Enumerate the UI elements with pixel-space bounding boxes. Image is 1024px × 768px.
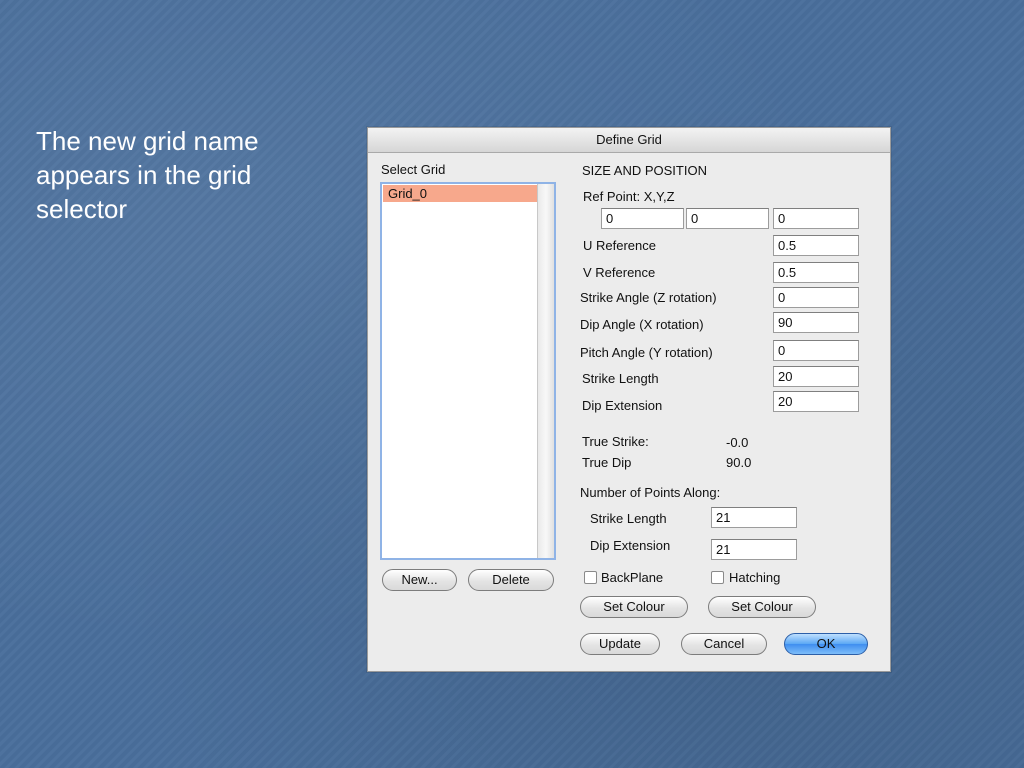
points-strike-length-label: Strike Length — [590, 511, 667, 526]
v-reference-input[interactable]: 0.5 — [773, 262, 859, 283]
set-colour-button-2[interactable]: Set Colour — [708, 596, 816, 618]
update-button[interactable]: Update — [580, 633, 660, 655]
points-along-heading: Number of Points Along: — [580, 485, 721, 500]
true-dip-label: True Dip — [582, 455, 632, 470]
points-dip-extension-label: Dip Extension — [590, 538, 671, 553]
pitch-angle-label: Pitch Angle (Y rotation) — [580, 345, 713, 360]
ref-point-label: Ref Point: X,Y,Z — [583, 189, 675, 204]
cancel-button[interactable]: Cancel — [681, 633, 767, 655]
delete-grid-button[interactable]: Delete — [468, 569, 554, 591]
strike-length-input[interactable]: 20 — [773, 366, 859, 387]
ok-button[interactable]: OK — [784, 633, 868, 655]
dip-angle-input[interactable]: 90 — [773, 312, 859, 333]
dialog-title: Define Grid — [368, 128, 890, 153]
true-strike-value: -0.0 — [726, 435, 749, 450]
list-item[interactable]: Grid_0 — [383, 185, 537, 202]
grid-selector-list[interactable]: Grid_0 — [380, 182, 556, 560]
dip-angle-label: Dip Angle (X rotation) — [580, 317, 704, 332]
v-reference-label: V Reference — [583, 265, 656, 280]
list-scrollbar[interactable] — [537, 184, 554, 558]
strike-angle-label: Strike Angle (Z rotation) — [580, 290, 717, 305]
hatching-label: Hatching — [729, 570, 781, 585]
points-dip-extension-input[interactable]: 21 — [711, 539, 797, 560]
dip-extension-input[interactable]: 20 — [773, 391, 859, 412]
set-colour-button-1[interactable]: Set Colour — [580, 596, 688, 618]
ref-y-input[interactable]: 0 — [686, 208, 769, 229]
true-dip-value: 90.0 — [726, 455, 752, 470]
hatching-checkbox[interactable] — [711, 571, 724, 584]
define-grid-dialog: Define Grid Select Grid Grid_0 New... De… — [367, 127, 891, 672]
strike-angle-input[interactable]: 0 — [773, 287, 859, 308]
points-strike-length-input[interactable]: 21 — [711, 507, 797, 528]
pitch-angle-input[interactable]: 0 — [773, 340, 859, 361]
select-grid-label: Select Grid — [381, 162, 446, 177]
strike-length-label: Strike Length — [582, 371, 659, 386]
backplane-checkbox[interactable] — [584, 571, 597, 584]
backplane-label: BackPlane — [601, 570, 664, 585]
u-reference-input[interactable]: 0.5 — [773, 235, 859, 256]
slide-caption: The new grid name appears in the grid se… — [36, 126, 259, 224]
dip-extension-label: Dip Extension — [582, 398, 663, 413]
true-strike-label: True Strike: — [582, 434, 649, 449]
ref-x-input[interactable]: 0 — [601, 208, 684, 229]
u-reference-label: U Reference — [583, 238, 656, 253]
new-grid-button[interactable]: New... — [382, 569, 457, 591]
ref-z-input[interactable]: 0 — [773, 208, 859, 229]
size-position-heading: SIZE AND POSITION — [582, 163, 707, 178]
